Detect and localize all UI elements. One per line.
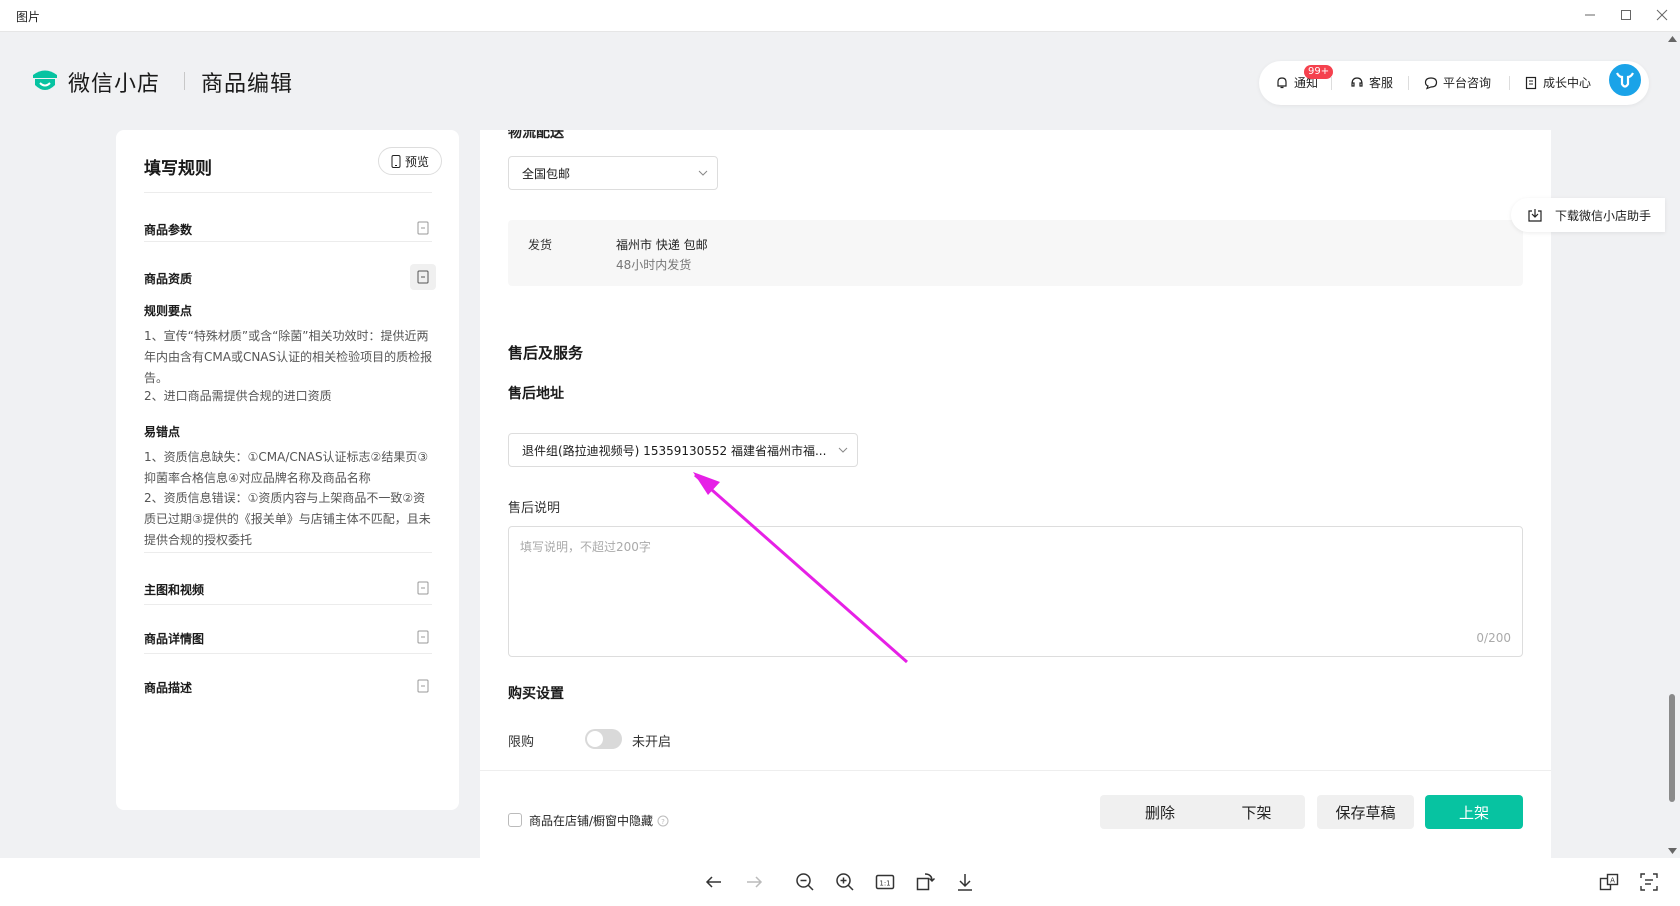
rule-item-description[interactable]: 商品描述 xyxy=(144,679,432,696)
ocr-translate-icon[interactable]: A xyxy=(1598,871,1620,893)
key-points-text: 1、宣传“特殊材质”或含“除菌”相关功效时：提供近两年内由含有CMA或CNAS认… xyxy=(144,329,433,385)
shop-header: 微信小店 商品编辑 通知 99+ 客服 平台咨询 成长中心 xyxy=(0,32,1665,128)
brand-name: 微信小店 xyxy=(68,72,161,97)
service-link[interactable]: 客服 xyxy=(1350,74,1393,91)
svg-text:1:1: 1:1 xyxy=(879,880,890,888)
edit-form: 物流配送 全国包邮 发货 福州市 快递 包邮 48小时内发货 售后及服务 售后地… xyxy=(480,130,1551,858)
rule-item-label: 商品资质 xyxy=(144,272,193,286)
close-icon xyxy=(1656,9,1668,21)
document-icon xyxy=(410,264,436,290)
rule-item-params[interactable]: 商品参数 xyxy=(144,221,432,238)
window-titlebar: 图片 xyxy=(0,0,1680,32)
phone-icon xyxy=(391,154,401,168)
rule-item-label: 商品参数 xyxy=(144,223,193,237)
errors-text: 2、资质信息错误：①资质内容与上架商品不一致②资质已过期③提供的《报关单》与店铺… xyxy=(144,491,431,547)
preview-label: 预览 xyxy=(404,154,429,169)
hide-checkbox-label[interactable]: 商品在店铺/橱窗中隐藏 ? xyxy=(529,812,669,829)
download-helper-button[interactable]: 下载微信小店助手 xyxy=(1511,198,1665,232)
growth-link[interactable]: 成长中心 xyxy=(1524,74,1591,91)
download-icon xyxy=(1528,209,1542,222)
growth-label: 成长中心 xyxy=(1543,76,1592,90)
key-points-title: 规则要点 xyxy=(144,304,193,318)
header-divider xyxy=(184,72,185,90)
zoom-out-icon[interactable] xyxy=(794,871,816,893)
image-viewport: 微信小店 商品编辑 通知 99+ 客服 平台咨询 成长中心 填写规则 预览 商品… xyxy=(0,32,1680,858)
notify-badge: 99+ xyxy=(1304,65,1334,79)
divider xyxy=(144,604,432,605)
rule-item-media[interactable]: 主图和视频 xyxy=(144,581,432,598)
save-image-icon[interactable] xyxy=(954,871,976,893)
page-title: 商品编辑 xyxy=(201,72,294,97)
document-icon xyxy=(417,221,429,235)
scroll-up-icon xyxy=(1668,36,1677,42)
hide-checkbox[interactable] xyxy=(508,813,522,827)
action-bar: 商品在店铺/橱窗中隐藏 ? 删除 下架 保存草稿 上架 xyxy=(480,770,1551,858)
avatar[interactable] xyxy=(1607,62,1643,98)
preview-button[interactable]: 预览 xyxy=(378,147,442,175)
bell-icon xyxy=(1277,76,1287,88)
actual-size-icon[interactable]: 1:1 xyxy=(874,871,896,893)
on-shelf-button[interactable]: 上架 xyxy=(1425,795,1523,829)
consult-label: 平台咨询 xyxy=(1443,76,1492,90)
download-helper-label: 下载微信小店助手 xyxy=(1555,208,1652,223)
rotate-icon[interactable] xyxy=(914,871,936,893)
divider xyxy=(144,241,432,242)
nav-divider xyxy=(1331,76,1332,90)
previous-image-icon[interactable] xyxy=(703,871,725,893)
document-icon xyxy=(417,679,429,693)
rule-item-detail[interactable]: 商品详情图 xyxy=(144,630,432,647)
annotation-arrow xyxy=(693,472,908,664)
svg-text:A: A xyxy=(1610,877,1615,885)
nav-divider xyxy=(1509,76,1510,90)
help-icon[interactable]: ? xyxy=(657,815,669,827)
divider xyxy=(144,653,432,654)
rule-item-label: 商品描述 xyxy=(144,681,193,695)
shop-logo-icon xyxy=(33,70,57,90)
book-icon xyxy=(1525,76,1537,89)
rule-item-label: 商品详情图 xyxy=(144,632,205,646)
rule-item-qualification[interactable]: 商品资质 xyxy=(144,264,436,290)
zoom-in-icon[interactable] xyxy=(834,871,856,893)
svg-text:?: ? xyxy=(661,818,665,826)
vertical-scrollbar[interactable] xyxy=(1665,32,1680,858)
document-icon xyxy=(417,630,429,644)
errors-text: 1、资质信息缺失：①CMA/CNAS认证标志②结果页③抑菌率合格信息④对应品牌名… xyxy=(144,450,429,485)
delete-button[interactable]: 删除 xyxy=(1100,795,1220,829)
headset-icon xyxy=(1351,76,1363,87)
window-title: 图片 xyxy=(16,10,41,24)
scrollbar-thumb[interactable] xyxy=(1669,694,1675,802)
errors-title: 易错点 xyxy=(144,425,181,439)
scroll-down-icon xyxy=(1668,848,1677,854)
chat-bubble-icon xyxy=(1424,76,1438,90)
maximize-icon xyxy=(1621,10,1631,20)
rule-item-label: 主图和视频 xyxy=(144,583,205,597)
save-draft-button[interactable]: 保存草稿 xyxy=(1317,795,1414,829)
hide-label-text: 商品在店铺/橱窗中隐藏 xyxy=(529,814,654,828)
divider xyxy=(144,552,432,553)
maximize-button[interactable] xyxy=(1608,4,1644,26)
close-button[interactable] xyxy=(1644,4,1680,26)
next-image-icon[interactable] xyxy=(743,871,765,893)
nav-divider xyxy=(1408,76,1409,90)
avatar-bull-icon xyxy=(1616,72,1634,88)
divider xyxy=(144,192,432,193)
minimize-icon xyxy=(1585,14,1595,16)
extract-text-icon[interactable] xyxy=(1638,871,1660,893)
service-label: 客服 xyxy=(1369,76,1394,90)
consult-link[interactable]: 平台咨询 xyxy=(1424,74,1491,91)
minimize-button[interactable] xyxy=(1572,4,1608,26)
off-shelf-button[interactable]: 下架 xyxy=(1208,795,1305,829)
viewer-toolbar: 1:1 A xyxy=(0,858,1680,906)
document-icon xyxy=(417,581,429,595)
key-points-text: 2、进口商品需提供合规的进口资质 xyxy=(144,389,332,403)
rules-panel: 填写规则 预览 商品参数 商品资质 规则要点 1、宣传“特殊材质”或含“除菌”相… xyxy=(116,130,459,810)
rules-title: 填写规则 xyxy=(144,159,212,179)
